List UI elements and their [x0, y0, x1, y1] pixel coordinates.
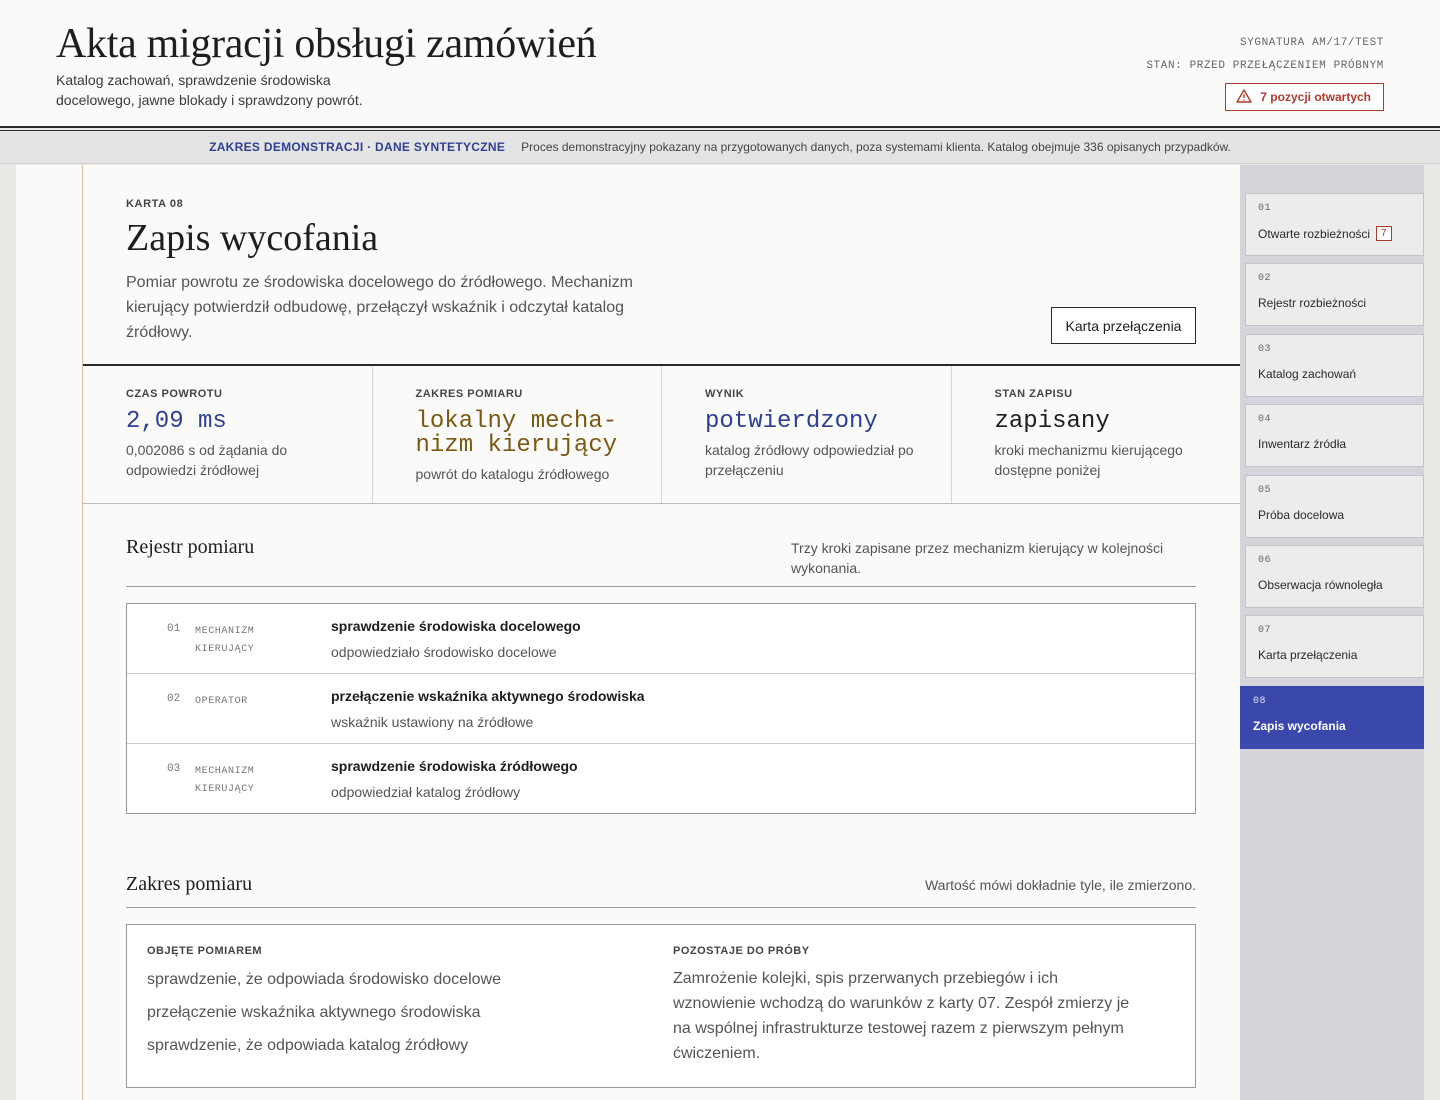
metric-label: CZAS POWROTU: [126, 388, 223, 400]
metric-scope: ZAKRES POMIARU lokalny mecha-nizm kieruj…: [373, 366, 662, 503]
step-number: 02: [167, 693, 181, 705]
metric-result: WYNIK potwierdzony katalog źródłowy odpo…: [662, 366, 952, 503]
scope-box: OBJĘTE POMIAREM sprawdzenie, że odpowiad…: [126, 924, 1196, 1088]
margin-rule: [82, 165, 83, 1100]
page-title: Akta migracji obsługi zamówień: [56, 21, 597, 67]
step-actor: OPERATOR: [195, 696, 248, 707]
table-row: 02 OPERATOR przełączenie wskaźnika aktyw…: [127, 674, 1195, 744]
sidebar-item-label: Obserwacja równoległa: [1258, 578, 1383, 592]
sidebar-item-number: 07: [1258, 625, 1272, 636]
sidebar-item-source-inventory[interactable]: 04 Inwentarz źródła: [1245, 404, 1424, 467]
register-note: Trzy kroki zapisane przez mechanizm kier…: [791, 540, 1164, 576]
sidebar-item-number: 02: [1258, 273, 1272, 284]
step-result: odpowiedział katalog źródłowy: [331, 784, 521, 800]
list-item: przełączenie wskaźnika aktywnego środowi…: [147, 1004, 481, 1021]
list-item: sprawdzenie, że odpowiada katalog źródło…: [147, 1037, 469, 1054]
switch-card-button[interactable]: Karta przełączenia: [1051, 307, 1196, 344]
metric-value: potwierdzony: [705, 408, 878, 435]
metric-label: STAN ZAPISU: [994, 388, 1073, 400]
sidebar-item-switch-card[interactable]: 07 Karta przełączenia: [1245, 615, 1424, 678]
list-item: sprawdzenie, że odpowiada środowisko doc…: [147, 971, 501, 988]
metric-note: katalog źródłowy odpowiedział po przełąc…: [705, 442, 914, 478]
table-row: 01 MECHANIZM KIERUJĄCY sprawdzenie środo…: [127, 604, 1195, 674]
metric-value: 2,09 ms: [126, 408, 227, 435]
steps-table: 01 MECHANIZM KIERUJĄCY sprawdzenie środo…: [126, 603, 1196, 814]
metric-record-state: STAN ZAPISU zapisany kroki mechanizmu ki…: [952, 366, 1241, 503]
sidebar-item-target-trial[interactable]: 05 Próba docelowa: [1245, 475, 1424, 538]
metric-value: lokalny mecha-nizm kierujący: [415, 408, 618, 459]
sidebar-item-label: Zapis wycofania: [1253, 719, 1346, 733]
signature-text: SYGNATURA AM/17/TEST: [1239, 37, 1384, 49]
step-title: sprawdzenie środowiska źródłowego: [331, 758, 578, 774]
banner-label: ZAKRES DEMONSTRACJI · DANE SYNTETYCZNE: [209, 140, 506, 154]
open-items-label: 7 pozycji otwartych: [1260, 90, 1371, 104]
metric-note: kroki mechanizmu kierującego dostępne po…: [994, 442, 1183, 478]
step-actor: MECHANIZM KIERUJĄCY: [195, 766, 255, 795]
table-row: 03 MECHANIZM KIERUJĄCY sprawdzenie środo…: [127, 744, 1195, 814]
step-number: 01: [167, 623, 181, 635]
sidebar-item-parallel-observation[interactable]: 06 Obserwacja równoległa: [1245, 545, 1424, 608]
step-title: sprawdzenie środowiska docelowego: [331, 618, 581, 634]
page-header: Akta migracji obsługi zamówień Katalog z…: [0, 0, 1440, 128]
pending-label: POZOSTAJE DO PRÓBY: [673, 945, 810, 957]
demo-banner: ZAKRES DEMONSTRACJI · DANE SYNTETYCZNE P…: [0, 131, 1440, 164]
sidebar-item-number: 06: [1258, 555, 1272, 566]
metric-return-time: CZAS POWROTU 2,09 ms 0,002086 s od żądan…: [83, 366, 373, 503]
sidebar-item-rollback-record[interactable]: 08 Zapis wycofania: [1240, 686, 1424, 749]
scope-divider: [126, 907, 1196, 908]
step-result: odpowiedziało środowisko docelowe: [331, 644, 557, 660]
sidebar-item-open-discrepancies[interactable]: 01 Otwarte rozbieżności 7: [1245, 193, 1424, 256]
card-title: Zapis wycofania: [126, 217, 379, 259]
metric-note: 0,002086 s od żądania do odpowiedzi źród…: [126, 442, 288, 478]
sidebar-item-label: Katalog zachowań: [1258, 367, 1357, 381]
covered-column: OBJĘTE POMIAREM sprawdzenie, że odpowiad…: [147, 945, 501, 1056]
sidebar-gutter: [1424, 165, 1440, 1100]
state-text: STAN: PRZED PRZEŁĄCZENIEM PRÓBNYM: [1146, 60, 1384, 72]
pending-column: POZOSTAJE DO PRÓBY Zamrożenie kolejki, s…: [673, 945, 1143, 1066]
sidebar-item-discrepancy-register[interactable]: 02 Rejestr rozbieżności: [1245, 263, 1424, 326]
scope-note: Wartość mówi dokładnie tyle, ile zmierzo…: [924, 877, 1196, 893]
metric-label: ZAKRES POMIARU: [415, 388, 523, 400]
sidebar-item-number: 04: [1258, 414, 1272, 425]
sidebar-item-number: 03: [1258, 344, 1272, 355]
pending-text: Zamrożenie kolejki, spis przerwanych prz…: [673, 970, 1130, 1062]
card-label: KARTA 08: [126, 198, 184, 210]
metric-label: WYNIK: [705, 388, 745, 400]
sidebar-item-number: 08: [1253, 696, 1267, 707]
card-description: Pomiar powrotu ze środowiska docelowego …: [126, 274, 633, 341]
sidebar-item-number: 05: [1258, 485, 1272, 496]
metric-value: zapisany: [994, 408, 1110, 435]
sidebar-item-behaviour-catalog[interactable]: 03 Katalog zachowań: [1245, 334, 1424, 397]
step-result: wskaźnik ustawiony na źródłowe: [331, 714, 534, 730]
covered-label: OBJĘTE POMIAREM: [147, 945, 263, 957]
warning-triangle-icon: [1236, 88, 1252, 106]
banner-text: Proces demonstracyjny pokazany na przygo…: [521, 140, 1231, 154]
sidebar-item-label: Otwarte rozbieżności: [1258, 226, 1371, 241]
sidebar-item-label: Rejestr rozbieżności: [1258, 296, 1367, 310]
sidebar-item-label: Karta przełączenia: [1258, 648, 1358, 662]
count-badge: 7: [1376, 226, 1392, 241]
metrics-row: CZAS POWROTU 2,09 ms 0,002086 s od żądan…: [83, 366, 1240, 504]
open-items-badge[interactable]: 7 pozycji otwartych: [1225, 83, 1384, 111]
sidebar-item-label: Próba docelowa: [1258, 508, 1345, 522]
register-title: Rejestr pomiaru: [126, 536, 255, 558]
register-divider: [126, 586, 1196, 587]
scope-title: Zakres pomiaru: [126, 873, 253, 895]
step-title: przełączenie wskaźnika aktywnego środowi…: [331, 688, 645, 704]
step-actor: MECHANIZM KIERUJĄCY: [195, 626, 255, 655]
header-divider: [0, 126, 1440, 128]
step-number: 03: [167, 763, 181, 775]
metric-note: powrót do katalogu źródłowego: [415, 466, 610, 482]
page-subtitle: Katalog zachowań, sprawdzenie środowiska…: [56, 72, 363, 108]
sidebar-item-label: Inwentarz źródła: [1258, 437, 1347, 451]
sidebar-item-number: 01: [1258, 203, 1272, 214]
